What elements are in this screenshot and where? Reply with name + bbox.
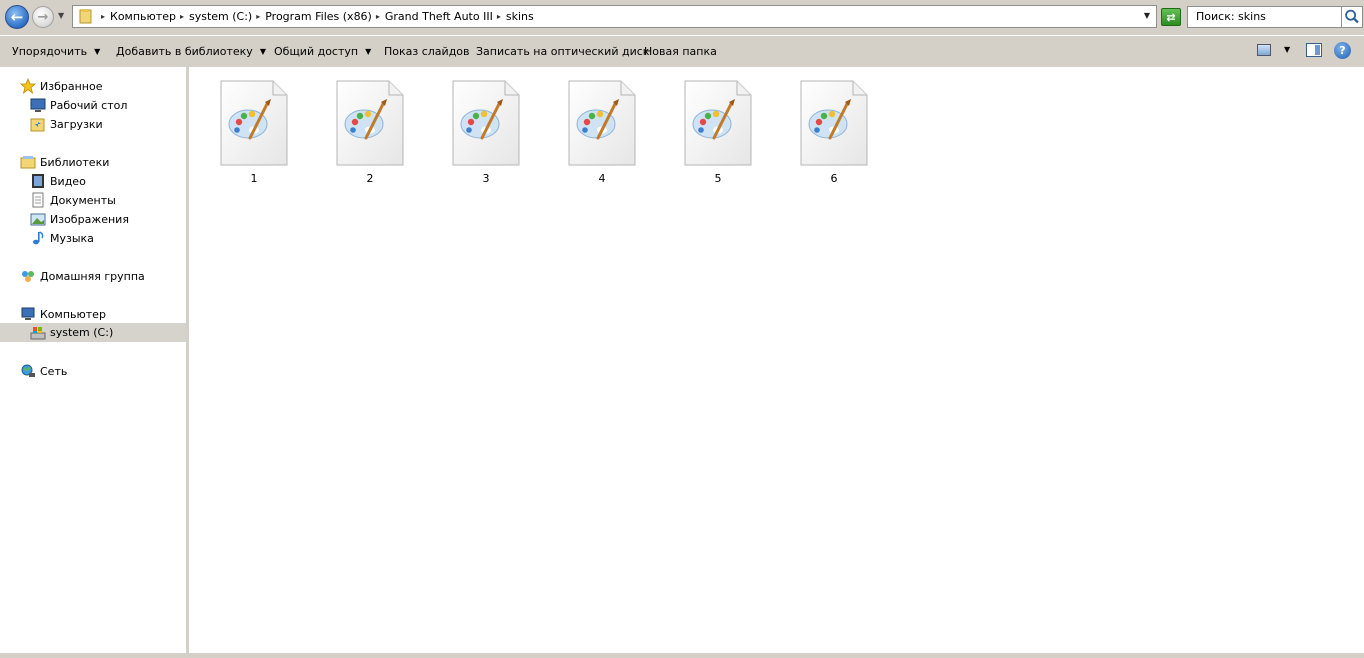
share-button[interactable]: Общий доступ ▼ bbox=[274, 45, 371, 58]
organize-label: Упорядочить bbox=[12, 45, 88, 58]
nav-desktop[interactable]: Рабочий стол bbox=[30, 96, 127, 114]
add-to-library-label: Добавить в библиотеку bbox=[116, 45, 253, 58]
libraries-icon bbox=[20, 156, 36, 169]
back-arrow-icon: ← bbox=[10, 7, 24, 26]
forward-arrow-icon: → bbox=[37, 9, 49, 25]
breadcrumb-skins[interactable]: skins bbox=[506, 10, 534, 23]
slideshow-button[interactable]: Показ слайдов bbox=[384, 45, 470, 58]
nav-documents-label: Документы bbox=[50, 193, 116, 207]
address-bar: ← → ▼ ▸ Компьютер ▸ system (C:) ▸ Progra… bbox=[0, 0, 1364, 35]
file-name: 2 bbox=[366, 172, 374, 185]
nav-video[interactable]: Видео bbox=[30, 172, 86, 190]
nav-desktop-label: Рабочий стол bbox=[50, 98, 128, 112]
nav-documents[interactable]: Документы bbox=[30, 191, 116, 209]
video-icon bbox=[32, 174, 44, 188]
folder-icon bbox=[79, 9, 92, 24]
paint-file-icon bbox=[452, 80, 520, 166]
new-folder-button[interactable]: Новая папка bbox=[644, 45, 717, 58]
nav-downloads-label: Загрузки bbox=[50, 117, 103, 131]
nav-libraries-label: Библиотеки bbox=[40, 155, 110, 169]
nav-computer[interactable]: Компьютер bbox=[20, 305, 106, 323]
recent-pages-dropdown-icon[interactable]: ▼ bbox=[58, 11, 64, 20]
share-label: Общий доступ bbox=[274, 45, 359, 58]
breadcrumb-computer[interactable]: Компьютер bbox=[110, 10, 176, 23]
file-item[interactable]: 3 bbox=[436, 80, 536, 190]
forward-button[interactable]: → bbox=[32, 6, 54, 28]
file-name: 4 bbox=[598, 172, 606, 185]
file-name: 5 bbox=[714, 172, 722, 185]
paint-file-icon bbox=[220, 80, 288, 166]
paint-file-icon bbox=[336, 80, 404, 166]
nav-video-label: Видео bbox=[50, 174, 86, 188]
file-list: 1 2 3 4 5 6 bbox=[189, 67, 1364, 653]
breadcrumb-gta3[interactable]: Grand Theft Auto III bbox=[385, 10, 493, 23]
file-item[interactable]: 4 bbox=[552, 80, 652, 190]
navigation-pane: Избранное Рабочий стол Загрузки Библиоте… bbox=[0, 67, 186, 653]
chevron-down-icon[interactable]: ▼ bbox=[1284, 45, 1290, 54]
breadcrumb-separator-icon[interactable]: ▸ bbox=[497, 12, 501, 21]
nav-network[interactable]: Сеть bbox=[20, 362, 67, 380]
nav-downloads[interactable]: Загрузки bbox=[30, 115, 103, 133]
hard-drive-icon bbox=[30, 326, 46, 339]
downloads-folder-icon bbox=[30, 118, 45, 132]
help-icon[interactable]: ? bbox=[1334, 42, 1351, 59]
add-to-library-button[interactable]: Добавить в библиотеку ▼ bbox=[116, 45, 266, 58]
music-icon bbox=[33, 231, 44, 245]
file-item[interactable]: 1 bbox=[204, 80, 304, 190]
nav-system-drive-label: system (C:) bbox=[50, 326, 114, 339]
nav-music-label: Музыка bbox=[50, 231, 94, 245]
address-history-dropdown-icon[interactable]: ▼ bbox=[1144, 11, 1150, 20]
file-item[interactable]: 2 bbox=[320, 80, 420, 190]
preview-pane-icon[interactable] bbox=[1306, 43, 1322, 57]
burn-button[interactable]: Записать на оптический диск bbox=[476, 45, 649, 58]
nav-homegroup[interactable]: Домашняя группа bbox=[20, 267, 145, 285]
change-view-icon[interactable] bbox=[1257, 44, 1271, 56]
paint-file-icon bbox=[568, 80, 636, 166]
breadcrumb-separator-icon[interactable]: ▸ bbox=[101, 12, 105, 21]
homegroup-icon bbox=[22, 271, 34, 282]
file-item[interactable]: 6 bbox=[784, 80, 884, 190]
nav-homegroup-label: Домашняя группа bbox=[40, 269, 145, 283]
nav-images-label: Изображения bbox=[50, 212, 129, 226]
breadcrumb-system-c[interactable]: system (C:) bbox=[189, 10, 252, 23]
command-bar: Упорядочить ▼ Добавить в библиотеку ▼ Общи… bbox=[0, 35, 1364, 67]
refresh-icon: ⇄ bbox=[1166, 10, 1176, 24]
breadcrumb-program-files[interactable]: Program Files (x86) bbox=[265, 10, 372, 23]
file-name: 6 bbox=[830, 172, 838, 185]
organize-button[interactable]: Упорядочить ▼ bbox=[12, 45, 100, 58]
desktop-icon bbox=[30, 98, 46, 112]
back-button[interactable]: ← bbox=[5, 5, 29, 29]
search-input[interactable]: Поиск: skins bbox=[1187, 6, 1342, 28]
breadcrumb[interactable]: ▸ Компьютер ▸ system (C:) ▸ Program File… bbox=[72, 5, 1157, 28]
breadcrumb-separator-icon[interactable]: ▸ bbox=[180, 12, 184, 21]
nav-music[interactable]: Музыка bbox=[30, 229, 94, 247]
file-item[interactable]: 5 bbox=[668, 80, 768, 190]
chevron-down-icon: ▼ bbox=[365, 47, 372, 56]
nav-images[interactable]: Изображения bbox=[30, 210, 129, 228]
nav-network-label: Сеть bbox=[40, 364, 68, 378]
file-name: 3 bbox=[482, 172, 490, 185]
nav-system-drive[interactable]: system (C:) bbox=[0, 323, 186, 342]
images-icon bbox=[30, 213, 46, 226]
chevron-down-icon: ▼ bbox=[259, 47, 266, 56]
chevron-down-icon: ▼ bbox=[94, 47, 101, 56]
search-icon[interactable] bbox=[1342, 6, 1363, 28]
star-icon bbox=[20, 78, 36, 94]
documents-icon bbox=[32, 192, 44, 208]
computer-icon bbox=[21, 307, 35, 320]
nav-libraries[interactable]: Библиотеки bbox=[20, 153, 109, 171]
breadcrumb-separator-icon[interactable]: ▸ bbox=[376, 12, 380, 21]
file-name: 1 bbox=[250, 172, 258, 185]
paint-file-icon bbox=[684, 80, 752, 166]
paint-file-icon bbox=[800, 80, 868, 166]
nav-favorites-label: Избранное bbox=[40, 79, 103, 93]
breadcrumb-separator-icon[interactable]: ▸ bbox=[256, 12, 260, 21]
nav-computer-label: Компьютер bbox=[40, 307, 106, 321]
refresh-button[interactable]: ⇄ bbox=[1161, 8, 1181, 26]
nav-favorites[interactable]: Избранное bbox=[20, 77, 102, 95]
status-bar bbox=[0, 653, 1364, 658]
network-icon bbox=[21, 364, 35, 377]
